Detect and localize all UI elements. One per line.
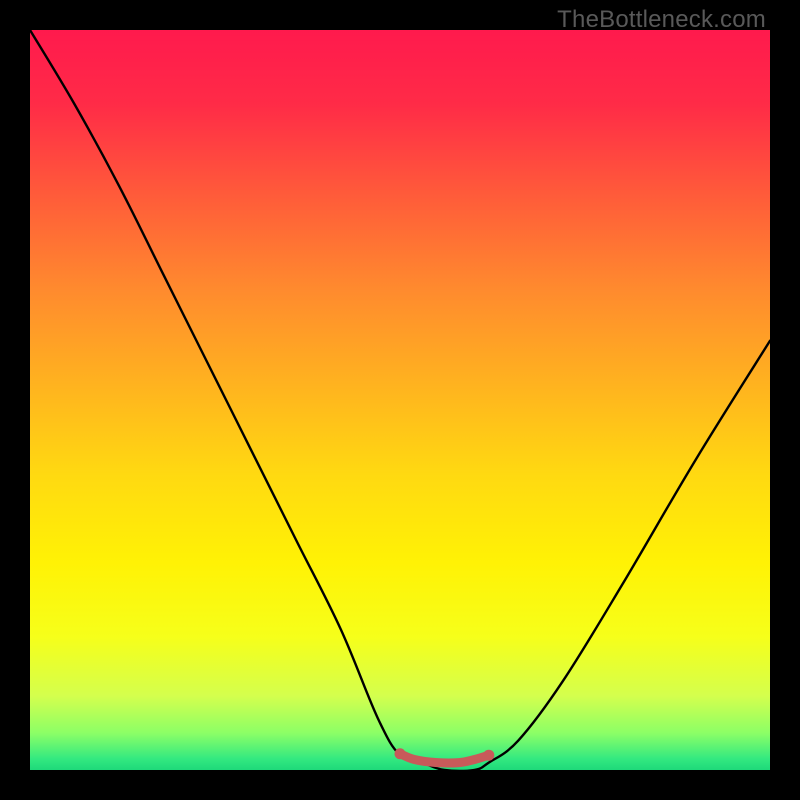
bottleneck-curve — [30, 30, 770, 770]
floor-marker — [400, 754, 489, 763]
floor-marker-dot — [395, 748, 406, 759]
floor-marker-dot — [483, 750, 494, 761]
chart-frame: TheBottleneck.com — [0, 0, 800, 800]
plot-area — [30, 30, 770, 770]
curve-layer — [30, 30, 770, 770]
